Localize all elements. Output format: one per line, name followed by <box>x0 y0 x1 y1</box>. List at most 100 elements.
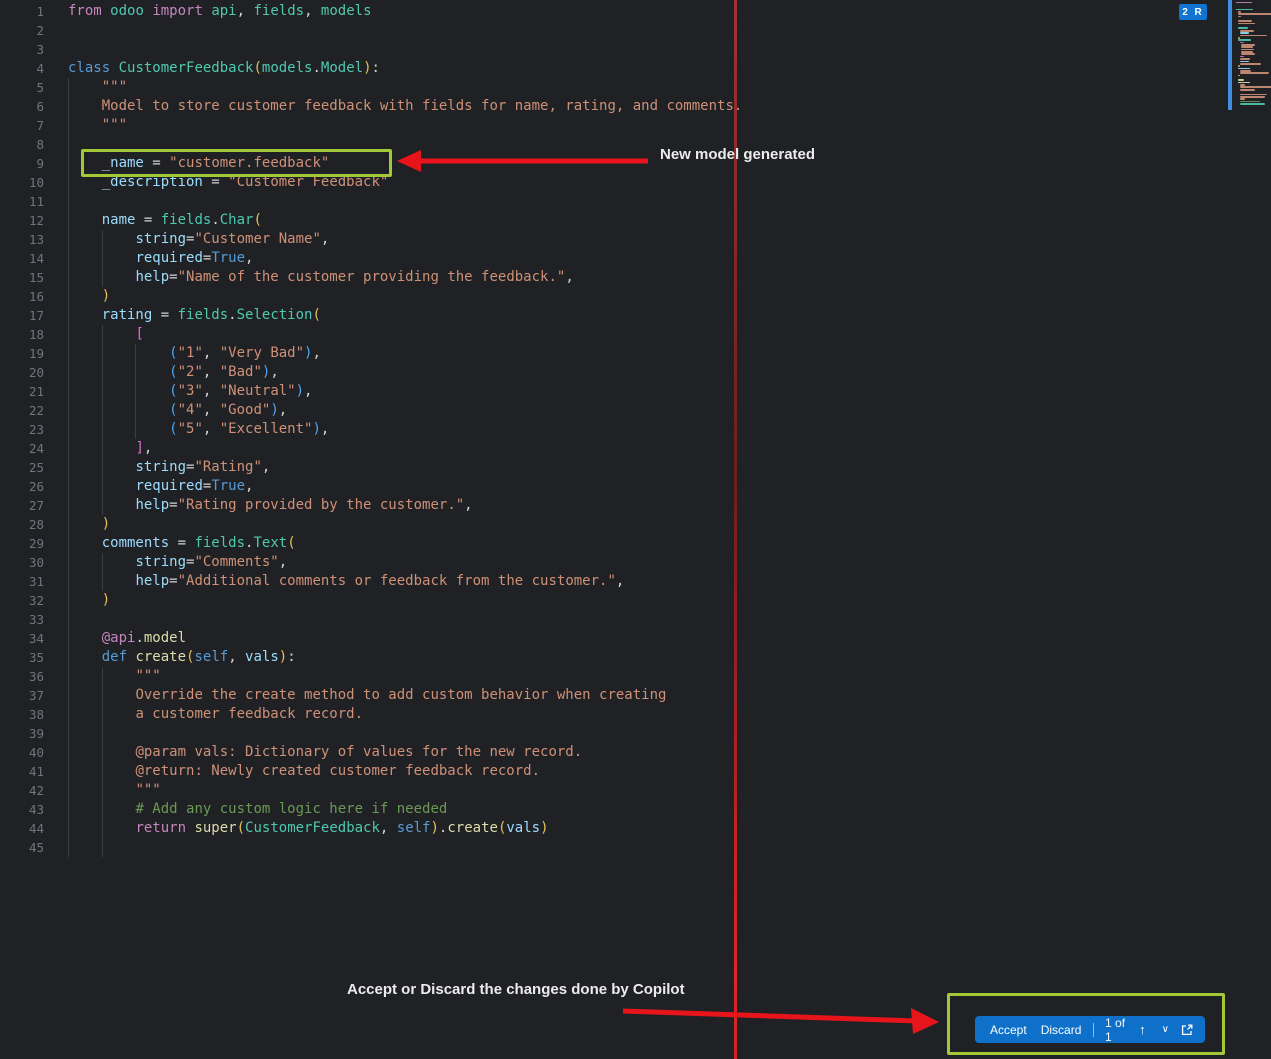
code-line-41[interactable]: 41 @return: Newly created customer feedb… <box>0 762 1160 781</box>
code-line-21[interactable]: 21 ("3", "Neutral"), <box>0 382 1160 401</box>
line-number: 8 <box>0 135 44 154</box>
code-line-17[interactable]: 17 rating = fields.Selection( <box>0 306 1160 325</box>
minimap-line <box>1238 75 1240 77</box>
code-line-20[interactable]: 20 ("2", "Bad"), <box>0 363 1160 382</box>
highlight-box-model-line <box>81 149 392 177</box>
code-line-43[interactable]: 43 # Add any custom logic here if needed <box>0 800 1160 819</box>
code-text: @return: Newly created customer feedback… <box>68 762 540 781</box>
accept-button[interactable]: Accept <box>983 1023 1034 1037</box>
code-line-15[interactable]: 15 help="Name of the customer providing … <box>0 268 1160 287</box>
code-line-16[interactable]: 16 ) <box>0 287 1160 306</box>
line-number: 1 <box>0 2 44 21</box>
code-line-14[interactable]: 14 required=True, <box>0 249 1160 268</box>
minimap-line <box>1240 58 1251 60</box>
code-text: from odoo import api, fields, models <box>68 2 372 21</box>
code-line-45[interactable]: 45 <box>0 838 1160 857</box>
code-line-37[interactable]: 37 Override the create method to add cus… <box>0 686 1160 705</box>
code-text: """ <box>68 667 161 686</box>
code-line-11[interactable]: 11 <box>0 192 1160 211</box>
line-number: 19 <box>0 344 44 363</box>
annotation-new-model-label: New model generated <box>660 146 815 163</box>
code-text: def create(self, vals): <box>68 648 296 667</box>
line-number: 31 <box>0 572 44 591</box>
copilot-inline-toolbar: Accept Discard 1 of 1 ↑ ∨ <box>975 1016 1205 1043</box>
code-line-22[interactable]: 22 ("4", "Good"), <box>0 401 1160 420</box>
code-line-40[interactable]: 40 @param vals: Dictionary of values for… <box>0 743 1160 762</box>
code-line-36[interactable]: 36 """ <box>0 667 1160 686</box>
code-line-34[interactable]: 34 @api.model <box>0 629 1160 648</box>
code-line-27[interactable]: 27 help="Rating provided by the customer… <box>0 496 1160 515</box>
code-line-31[interactable]: 31 help="Additional comments or feedback… <box>0 572 1160 591</box>
code-line-1[interactable]: 1 from odoo import api, fields, models <box>0 2 1160 21</box>
toolbar-divider <box>1093 1023 1094 1037</box>
line-number: 41 <box>0 762 44 781</box>
open-in-editor-icon[interactable] <box>1177 1023 1197 1037</box>
discard-button[interactable]: Discard <box>1034 1023 1089 1037</box>
minimap-line <box>1238 27 1248 29</box>
code-line-38[interactable]: 38 a customer feedback record. <box>0 705 1160 724</box>
code-area[interactable]: 1from odoo import api, fields, models234… <box>0 2 1160 857</box>
line-number: 3 <box>0 40 44 59</box>
code-line-33[interactable]: 33 <box>0 610 1160 629</box>
line-number: 43 <box>0 800 44 819</box>
code-line-19[interactable]: 19 ("1", "Very Bad"), <box>0 344 1160 363</box>
code-line-42[interactable]: 42 """ <box>0 781 1160 800</box>
code-line-25[interactable]: 25 string="Rating", <box>0 458 1160 477</box>
previous-change-icon[interactable]: ↑ <box>1131 1016 1154 1043</box>
line-number: 5 <box>0 78 44 97</box>
line-number: 35 <box>0 648 44 667</box>
code-line-24[interactable]: 24 ], <box>0 439 1160 458</box>
minimap-slider[interactable] <box>1228 0 1232 110</box>
line-number: 40 <box>0 743 44 762</box>
code-line-39[interactable]: 39 <box>0 724 1160 743</box>
line-number: 15 <box>0 268 44 287</box>
code-text: ) <box>68 287 110 306</box>
code-text: ) <box>68 591 110 610</box>
code-line-13[interactable]: 13 string="Customer Name", <box>0 230 1160 249</box>
code-line-5[interactable]: 5 """ <box>0 78 1160 97</box>
code-text: Override the create method to add custom… <box>68 686 666 705</box>
minimap-content <box>1236 0 1271 116</box>
code-line-29[interactable]: 29 comments = fields.Text( <box>0 534 1160 553</box>
code-text: [ <box>68 325 144 344</box>
line-number: 21 <box>0 382 44 401</box>
minimap-line <box>1240 35 1267 37</box>
line-number: 27 <box>0 496 44 515</box>
indent-guide <box>68 724 69 743</box>
minimap-line <box>1240 32 1250 34</box>
minimap[interactable] <box>1228 0 1271 116</box>
code-line-7[interactable]: 7 """ <box>0 116 1160 135</box>
code-line-23[interactable]: 23 ("5", "Excellent"), <box>0 420 1160 439</box>
change-counter: 1 of 1 <box>1099 1016 1131 1044</box>
code-text: help="Additional comments or feedback fr… <box>68 572 624 591</box>
code-line-28[interactable]: 28 ) <box>0 515 1160 534</box>
code-text: ], <box>68 439 152 458</box>
code-text: help="Rating provided by the customer.", <box>68 496 473 515</box>
code-text: @api.model <box>68 629 186 648</box>
code-text: ) <box>68 515 110 534</box>
code-line-12[interactable]: 12 name = fields.Char( <box>0 211 1160 230</box>
minimap-line <box>1238 16 1241 18</box>
code-line-3[interactable]: 3 <box>0 40 1160 59</box>
line-number: 23 <box>0 420 44 439</box>
code-line-6[interactable]: 6 Model to store customer feedback with … <box>0 97 1160 116</box>
code-line-4[interactable]: 4class CustomerFeedback(models.Model): <box>0 59 1160 78</box>
line-number: 33 <box>0 610 44 629</box>
code-text: """ <box>68 116 127 135</box>
next-change-icon[interactable]: ∨ <box>1154 1016 1177 1043</box>
minimap-line <box>1240 89 1256 91</box>
code-line-26[interactable]: 26 required=True, <box>0 477 1160 496</box>
code-line-32[interactable]: 32 ) <box>0 591 1160 610</box>
code-text: @param vals: Dictionary of values for th… <box>68 743 582 762</box>
indent-guide <box>68 135 69 154</box>
code-text: required=True, <box>68 477 253 496</box>
minimap-line <box>1240 86 1271 88</box>
line-number: 18 <box>0 325 44 344</box>
minimap-line <box>1238 20 1252 22</box>
code-line-30[interactable]: 30 string="Comments", <box>0 553 1160 572</box>
code-line-2[interactable]: 2 <box>0 21 1160 40</box>
code-line-18[interactable]: 18 [ <box>0 325 1160 344</box>
code-text: ("2", "Bad"), <box>68 363 279 382</box>
code-line-44[interactable]: 44 return super(CustomerFeedback, self).… <box>0 819 1160 838</box>
code-line-35[interactable]: 35 def create(self, vals): <box>0 648 1160 667</box>
